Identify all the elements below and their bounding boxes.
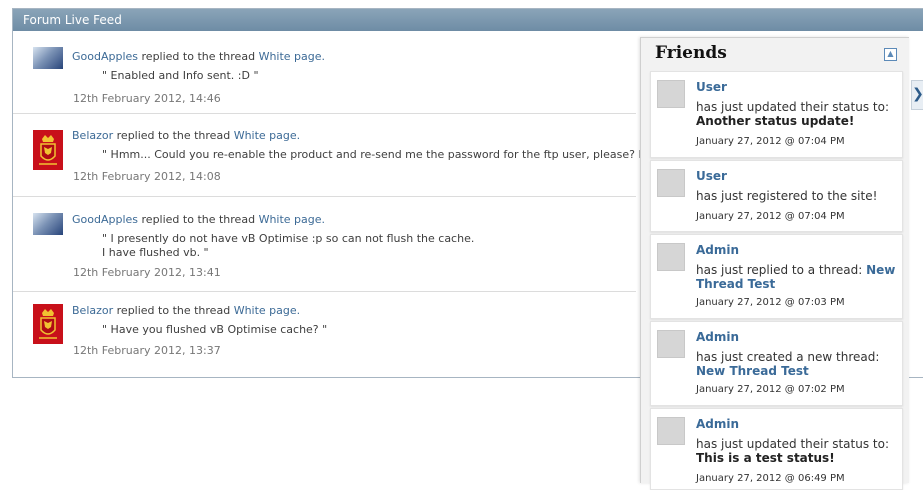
user-link[interactable]: Belazor (72, 304, 113, 317)
entry-quote: " Enabled and Info sent. :D " (102, 69, 259, 82)
activity-text: has just created a new thread: New Threa… (696, 350, 880, 378)
avatar[interactable] (657, 330, 685, 358)
avatar[interactable] (657, 80, 685, 108)
friend-name[interactable]: Admin (696, 417, 739, 431)
entry-date: 12th February 2012, 13:37 (73, 344, 221, 357)
friend-name[interactable]: Admin (696, 243, 739, 257)
thread-link[interactable]: White page. (259, 50, 325, 63)
avatar[interactable] (33, 47, 63, 69)
collapse-icon[interactable]: ▲ (884, 48, 897, 61)
activity-text: has just replied to a thread: New Thread… (696, 263, 896, 291)
entry-headline: GoodApples replied to the thread White p… (72, 213, 326, 226)
friend-name[interactable]: User (696, 169, 727, 183)
feed-entry: Belazor replied to the thread White page… (13, 114, 713, 197)
thread-link[interactable]: White page. (234, 129, 300, 142)
thread-link[interactable]: New Thread Test (696, 364, 809, 378)
user-link[interactable]: GoodApples (72, 213, 138, 226)
panel-title: Forum Live Feed (13, 9, 923, 31)
status-text: This is a test status! (696, 451, 835, 465)
user-link[interactable]: Belazor (72, 129, 113, 142)
activity-date: January 27, 2012 @ 07:03 PM (696, 297, 845, 308)
entry-quote: " Have you flushed vB Optimise cache? " (102, 323, 328, 336)
friends-panel: Friends ▲ User has just updated their st… (640, 37, 909, 490)
crest-icon (33, 304, 63, 344)
entry-headline: Belazor replied to the thread White page… (72, 304, 301, 317)
thread-link[interactable]: White page. (259, 213, 325, 226)
avatar[interactable] (33, 304, 63, 344)
avatar[interactable] (657, 417, 685, 445)
avatar[interactable] (33, 213, 63, 235)
entry-date: 12th February 2012, 13:41 (73, 266, 221, 279)
thread-link[interactable]: White page. (234, 304, 300, 317)
friends-title: Friends (655, 43, 727, 63)
activity-text: has just updated their status to: This i… (696, 437, 890, 465)
friend-activity-item: Admin has just updated their status to: … (650, 408, 903, 490)
friend-activity-item: Admin has just replied to a thread: New … (650, 234, 903, 319)
avatar[interactable] (657, 243, 685, 271)
entry-headline: GoodApples replied to the thread White p… (72, 50, 326, 63)
entry-quote: " I presently do not have vB Optimise :p… (102, 232, 475, 259)
entry-headline: Belazor replied to the thread White page… (72, 129, 301, 142)
crest-icon (33, 130, 63, 170)
activity-date: January 27, 2012 @ 07:02 PM (696, 384, 845, 395)
feed-entry: GoodApples replied to the thread White p… (13, 197, 636, 292)
activity-date: January 27, 2012 @ 06:49 PM (696, 473, 845, 484)
friend-activity-item: User has just updated their status to: A… (650, 71, 903, 158)
avatar[interactable] (657, 169, 685, 197)
friend-name[interactable]: Admin (696, 330, 739, 344)
feed-entry: GoodApples replied to the thread White p… (13, 31, 636, 114)
friend-name[interactable]: User (696, 80, 727, 94)
user-link[interactable]: GoodApples (72, 50, 138, 63)
entry-quote: " Hmm... Could you re-enable the product… (102, 148, 713, 161)
entry-date: 12th February 2012, 14:08 (73, 170, 221, 183)
activity-date: January 27, 2012 @ 07:04 PM (696, 136, 845, 147)
feed-list: GoodApples replied to the thread White p… (13, 31, 713, 374)
entry-date: 12th February 2012, 14:46 (73, 92, 221, 105)
activity-text: has just updated their status to: Anothe… (696, 100, 890, 128)
activity-text: has just registered to the site! (696, 189, 878, 203)
chevron-right-icon[interactable]: ❯ (911, 80, 923, 110)
activity-date: January 27, 2012 @ 07:04 PM (696, 211, 845, 222)
feed-entry: Belazor replied to the thread White page… (13, 292, 636, 374)
avatar[interactable] (33, 130, 63, 170)
friend-activity-item: User has just registered to the site! Ja… (650, 160, 903, 232)
status-text: Another status update! (696, 114, 855, 128)
friend-activity-item: Admin has just created a new thread: New… (650, 321, 903, 406)
